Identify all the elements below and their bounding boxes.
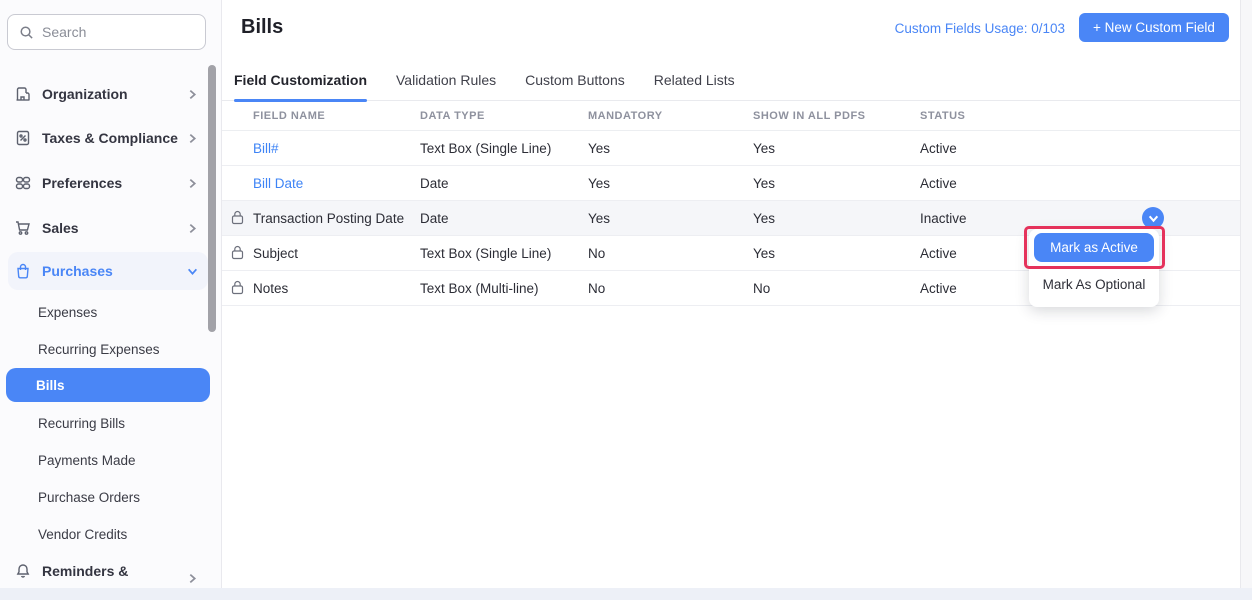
tab-bar: Field Customization Validation Rules Cus… (222, 60, 1240, 101)
chevron-right-icon (187, 178, 198, 189)
table-header: FIELD NAME DATA TYPE MANDATORY SHOW IN A… (222, 101, 1240, 131)
data-type-cell: Date (420, 176, 588, 191)
mandatory-cell: Yes (588, 211, 753, 226)
show-in-all-pdfs-cell: Yes (753, 246, 920, 261)
purchases-bag-icon (14, 262, 32, 280)
sidebar-item-payments-made[interactable]: Payments Made (8, 446, 208, 474)
page-title: Bills (241, 16, 283, 39)
chevron-right-icon (187, 223, 198, 234)
chevron-right-icon (187, 89, 198, 100)
table-row[interactable]: Bill#Text Box (Single Line)YesYesActive (222, 131, 1240, 166)
organization-icon (14, 85, 32, 103)
bell-icon (14, 562, 32, 580)
sidebar-item-sales[interactable]: Sales (8, 214, 208, 242)
field-name-label: Transaction Posting Date (253, 211, 404, 226)
sidebar-item-label: Purchases (42, 263, 113, 279)
chevron-down-icon (187, 266, 198, 277)
chevron-right-icon (187, 573, 198, 584)
mandatory-cell: Yes (588, 176, 753, 191)
main-scrollbar-track[interactable] (1240, 0, 1252, 588)
tab-custom-buttons[interactable]: Custom Buttons (525, 60, 625, 100)
sidebar-item-preferences[interactable]: Preferences (8, 169, 208, 197)
search-input[interactable]: Search (7, 14, 206, 50)
sidebar-item-recurring-expenses[interactable]: Recurring Expenses (8, 335, 208, 363)
window-bottom-edge (0, 588, 1252, 600)
custom-fields-usage-link[interactable]: Custom Fields Usage: 0/103 (895, 21, 1065, 36)
data-type-cell: Text Box (Multi-line) (420, 281, 588, 296)
col-field-name: FIELD NAME (222, 110, 420, 122)
tab-field-customization[interactable]: Field Customization (234, 60, 367, 100)
lock-icon (231, 210, 245, 226)
search-icon (19, 25, 34, 40)
sidebar-item-label: Organization (42, 86, 128, 102)
sidebar-item-expenses[interactable]: Expenses (8, 298, 208, 326)
col-status: STATUS (920, 110, 1240, 122)
sidebar-item-reminders[interactable]: Reminders & (8, 557, 208, 585)
sidebar-item-label: Sales (42, 220, 79, 236)
status-cell: Inactive (920, 211, 1240, 226)
sidebar-item-recurring-bills[interactable]: Recurring Bills (8, 409, 208, 437)
data-type-cell: Text Box (Single Line) (420, 141, 588, 156)
sidebar-item-purchase-orders[interactable]: Purchase Orders (8, 483, 208, 511)
chevron-right-icon (187, 133, 198, 144)
col-data-type: DATA TYPE (420, 110, 588, 122)
data-type-cell: Date (420, 211, 588, 226)
settings-sidebar: Search Organization Taxes & Compliance P… (0, 0, 222, 588)
sidebar-item-taxes-compliance[interactable]: Taxes & Compliance (8, 124, 208, 152)
lock-icon (231, 280, 245, 296)
menu-item-mark-as-optional[interactable]: Mark As Optional (1029, 262, 1159, 307)
show-in-all-pdfs-cell: No (753, 281, 920, 296)
sales-cart-icon (14, 219, 32, 237)
status-cell: Active (920, 176, 1240, 191)
menu-item-mark-as-active[interactable]: Mark as Active (1034, 233, 1154, 262)
show-in-all-pdfs-cell: Yes (753, 211, 920, 226)
table-row[interactable]: Bill DateDateYesYesActive (222, 166, 1240, 201)
lock-icon (231, 245, 245, 261)
mandatory-cell: No (588, 281, 753, 296)
data-type-cell: Text Box (Single Line) (420, 246, 588, 261)
sidebar-item-organization[interactable]: Organization (8, 80, 208, 108)
sidebar-item-label: Reminders & (42, 563, 128, 579)
row-actions-menu: Mark as Active Mark As Optional (1029, 229, 1159, 307)
show-in-all-pdfs-cell: Yes (753, 141, 920, 156)
sidebar-item-label: Preferences (42, 175, 122, 191)
col-mandatory: MANDATORY (588, 110, 753, 122)
new-custom-field-button[interactable]: + New Custom Field (1079, 13, 1229, 42)
show-in-all-pdfs-cell: Yes (753, 176, 920, 191)
sidebar-scrollbar[interactable] (208, 65, 216, 332)
mandatory-cell: No (588, 246, 753, 261)
sidebar-item-purchases[interactable]: Purchases (8, 252, 208, 290)
preferences-icon (14, 174, 32, 192)
mandatory-cell: Yes (588, 141, 753, 156)
taxes-icon (14, 129, 32, 147)
sidebar-item-bills[interactable]: Bills (6, 368, 210, 402)
col-show-in-all-pdfs: SHOW IN ALL PDFS (753, 110, 920, 122)
sidebar-item-label: Taxes & Compliance (42, 130, 178, 146)
field-name-link[interactable]: Bill# (253, 141, 279, 156)
search-placeholder: Search (42, 24, 86, 40)
row-actions-chevron-button[interactable] (1142, 207, 1164, 229)
chevron-down-icon (1148, 213, 1159, 224)
field-name-label: Subject (253, 246, 298, 261)
sidebar-item-vendor-credits[interactable]: Vendor Credits (8, 520, 208, 548)
field-name-link[interactable]: Bill Date (253, 176, 303, 191)
tab-related-lists[interactable]: Related Lists (654, 60, 735, 100)
field-name-label: Notes (253, 281, 288, 296)
status-cell: Active (920, 141, 1240, 156)
tab-validation-rules[interactable]: Validation Rules (396, 60, 496, 100)
